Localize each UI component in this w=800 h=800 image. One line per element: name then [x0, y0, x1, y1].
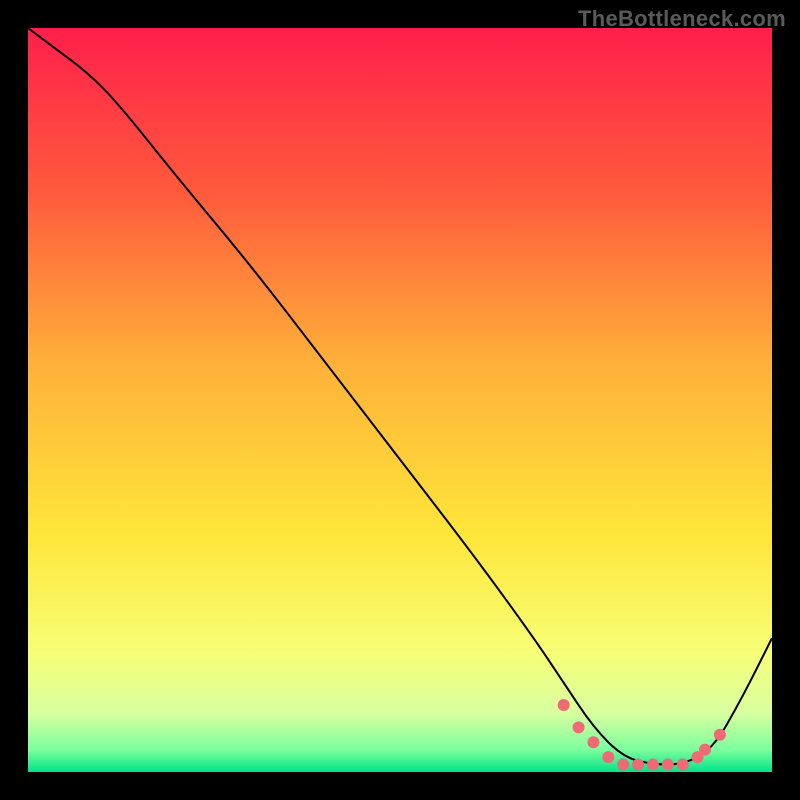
- marker-dot: [602, 751, 614, 763]
- watermark-text: TheBottleneck.com: [578, 6, 786, 32]
- bottleneck-chart: [0, 0, 800, 800]
- marker-dot: [617, 759, 629, 771]
- chart-container: TheBottleneck.com: [0, 0, 800, 800]
- marker-dot: [714, 729, 726, 741]
- plot-background: [28, 28, 772, 772]
- marker-dot: [699, 744, 711, 756]
- marker-dot: [558, 699, 570, 711]
- marker-dot: [677, 759, 689, 771]
- marker-dot: [647, 759, 659, 771]
- marker-dot: [587, 736, 599, 748]
- marker-dot: [662, 759, 674, 771]
- marker-dot: [573, 721, 585, 733]
- marker-dot: [632, 759, 644, 771]
